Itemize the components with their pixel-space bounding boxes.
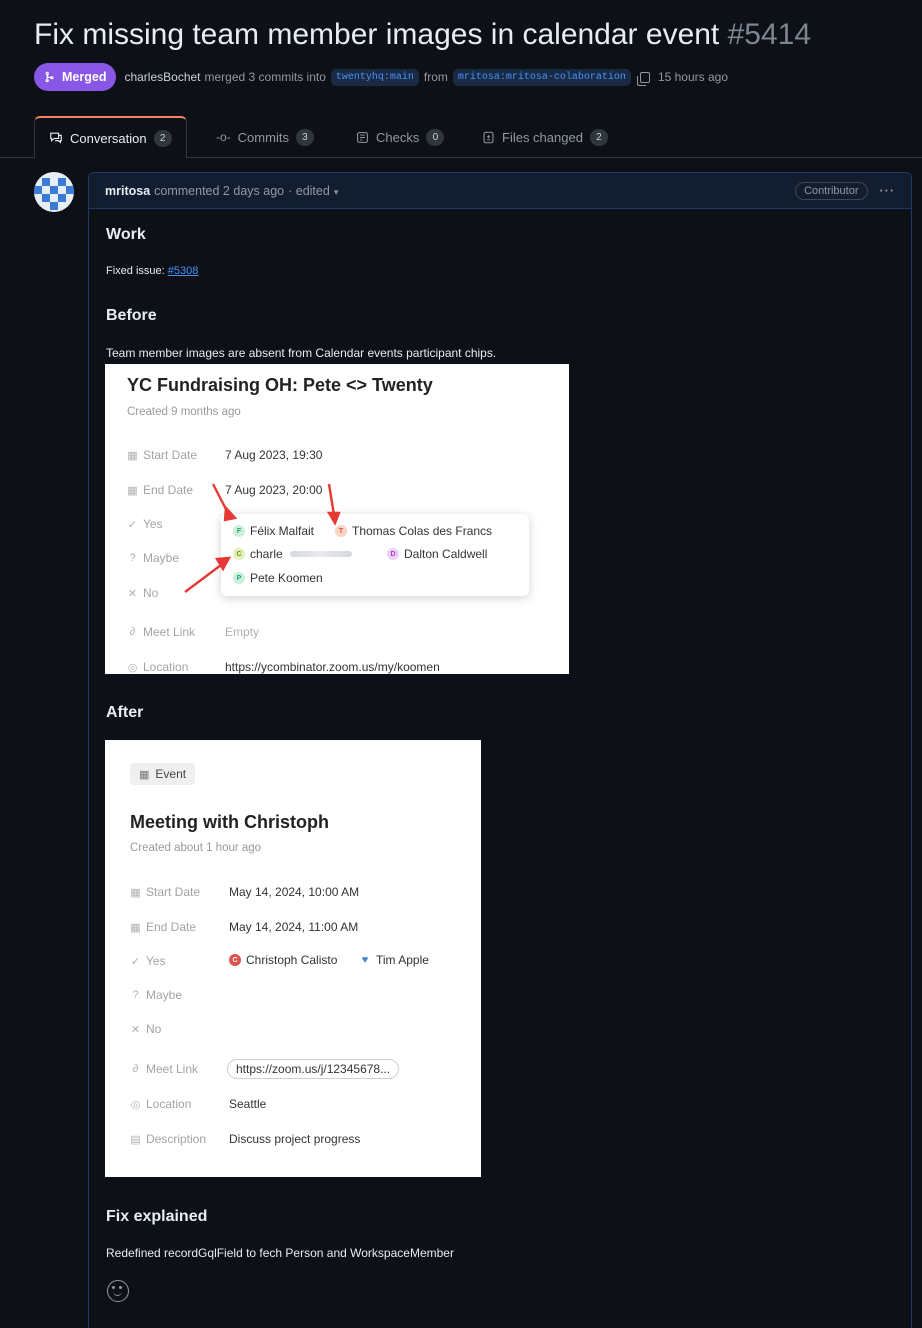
location-icon: ◎ — [130, 1098, 141, 1111]
issue-link[interactable]: #5308 — [168, 265, 199, 277]
tab-label: Conversation — [70, 130, 147, 146]
arrow-head — [326, 511, 341, 526]
red-arrow — [184, 561, 226, 593]
tab-checks[interactable]: Checks 0 — [342, 116, 458, 158]
field-no: ✕ No — [130, 1022, 162, 1036]
tab-label: Checks — [376, 129, 420, 145]
merger-link[interactable]: charlesBochet — [124, 70, 200, 84]
check-icon: ✓ — [130, 955, 141, 968]
merge-time: 15 hours ago — [657, 70, 728, 84]
before-screenshot: YC Fundraising OH: Pete <> Twenty Create… — [105, 364, 569, 674]
fixed-issue-line: Fixed issue: #5308 — [106, 265, 198, 277]
checks-icon — [357, 131, 368, 143]
field-value[interactable]: May 14, 2024, 10:00 AM — [229, 885, 359, 899]
tab-counter: 0 — [426, 128, 445, 146]
red-arrow — [327, 483, 336, 516]
heart-avatar-icon: ♥ — [359, 954, 371, 966]
field-meet-link: ∂ Meet Link https://zoom.us/j/12345678... — [130, 1059, 400, 1079]
field-maybe: ? Maybe — [130, 988, 182, 1002]
calendar-icon: ▦ — [139, 768, 150, 781]
after-heading: After — [106, 704, 144, 721]
field-location: ◎ Location Seattle — [130, 1097, 267, 1111]
calendar-icon: ▦ — [130, 886, 141, 899]
comment-meta[interactable]: commented 2 days ago — [154, 184, 284, 198]
field-value[interactable]: Seattle — [229, 1097, 266, 1111]
pr-number: #5414 — [727, 18, 812, 51]
comment-author[interactable]: mritosa — [105, 184, 150, 198]
head-branch[interactable]: mritosa:mritosa-colaboration — [452, 68, 631, 86]
avatar: C — [229, 954, 241, 966]
copy-icon[interactable] — [636, 71, 650, 86]
status-badge: Merged — [34, 63, 117, 91]
question-icon: ? — [132, 989, 139, 1001]
arrow-head — [223, 505, 238, 522]
chip-name: Tim Apple — [376, 953, 429, 967]
before-heading: Before — [106, 307, 157, 324]
merge-text: merged 3 commits into — [204, 70, 326, 84]
file-diff-icon — [483, 131, 494, 143]
field-description: ▤ Description Discuss project progress — [130, 1132, 361, 1146]
tab-counter: 3 — [295, 128, 314, 146]
more-options-icon[interactable]: ··· — [880, 184, 896, 198]
event-tag-label: Event — [155, 767, 187, 781]
meet-link-pill[interactable]: https://zoom.us/j/12345678... — [227, 1059, 400, 1079]
participant-chip[interactable]: C Christoph Calisto — [229, 953, 337, 967]
tab-conversation[interactable]: Conversation 2 — [34, 116, 187, 159]
field-yes: ✓ Yes — [130, 954, 166, 968]
tab-commits[interactable]: -o- Commits 3 — [202, 116, 328, 158]
add-reaction-icon[interactable] — [107, 1280, 129, 1302]
commit-icon: -o- — [216, 130, 231, 144]
merge-icon — [45, 71, 54, 83]
event-tag: ▦ Event — [130, 763, 196, 785]
tab-files-changed[interactable]: Files changed 2 — [468, 116, 622, 158]
contributor-badge: Contributor — [795, 181, 868, 200]
calendar-icon: ▦ — [130, 921, 141, 934]
fix-heading: Fix explained — [106, 1208, 208, 1225]
avatar[interactable] — [34, 172, 74, 212]
conversation-icon — [50, 132, 62, 144]
field-end-date: ▦ End Date May 14, 2024, 11:00 AM — [130, 920, 359, 934]
annotation-arrows — [184, 483, 341, 593]
x-icon: ✕ — [130, 1023, 141, 1036]
participant-chip[interactable]: ♥ Tim Apple — [359, 953, 429, 967]
field-start-date: ▦ Start Date May 14, 2024, 10:00 AM — [130, 885, 360, 899]
fix-text: Redefined recordGqlField to fech Person … — [106, 1246, 454, 1260]
status-badge-label: Merged — [62, 70, 107, 84]
from-text: from — [423, 70, 448, 84]
base-branch[interactable]: twentyhq:main — [330, 68, 419, 86]
after-screenshot: ▦ Event Meeting with Christoph Created a… — [105, 740, 481, 1177]
before-text: Team member images are absent from Calen… — [106, 346, 497, 360]
page-title: Fix missing team member images in calend… — [34, 18, 811, 52]
link-icon: ∂ — [132, 1063, 139, 1075]
fixed-issue-label: Fixed issue: — [106, 265, 165, 277]
tab-label: Commits — [237, 129, 289, 145]
event-created: Created about 1 hour ago — [130, 842, 262, 854]
field-value[interactable]: May 14, 2024, 11:00 AM — [229, 920, 358, 934]
chip-name: Christoph Calisto — [246, 953, 338, 967]
description-icon: ▤ — [130, 1133, 141, 1146]
chevron-down-icon: ▾ — [333, 186, 339, 197]
comment-header: mritosa commented 2 days ago · edited ▾ C… — [89, 173, 911, 209]
field-value[interactable]: Discuss project progress — [229, 1132, 360, 1146]
pr-tabs: Conversation 2 -o- Commits 3 Checks 0 Fi… — [0, 116, 922, 159]
edited-dropdown[interactable]: · edited ▾ — [288, 184, 338, 198]
tab-counter: 2 — [589, 128, 608, 146]
tab-counter: 2 — [153, 129, 172, 147]
pr-meta: Merged charlesBochet merged 3 commits in… — [34, 62, 728, 92]
tab-label: Files changed — [502, 129, 583, 145]
work-heading: Work — [106, 226, 146, 243]
event-title: Meeting with Christoph — [130, 812, 329, 832]
pr-title-text: Fix missing team member images in calend… — [34, 18, 720, 51]
